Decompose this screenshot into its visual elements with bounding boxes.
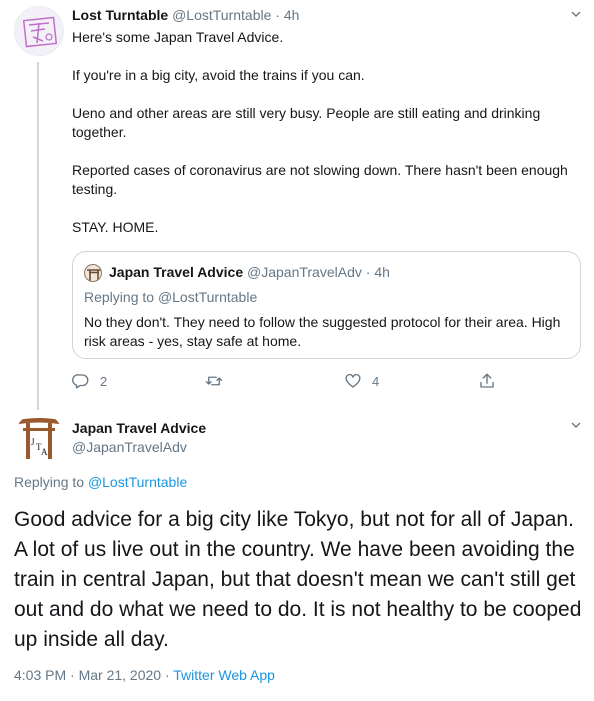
reply-icon: [72, 374, 89, 389]
timestamp[interactable]: 4:03 PM · Mar 21, 2020 ·: [14, 667, 170, 683]
separator-dot: ·: [275, 7, 280, 23]
tweet-paragraph: Here's some Japan Travel Advice.: [72, 29, 284, 45]
tweet-paragraph: Ueno and other areas are still very busy…: [72, 105, 541, 140]
tweet2-body: Good advice for a big city like Tokyo, b…: [14, 508, 582, 651]
quote-body: No they don't. They need to follow the s…: [84, 314, 561, 349]
like-count: 4: [372, 373, 380, 389]
quote-time: 4h: [374, 264, 390, 280]
like-icon: [345, 373, 361, 388]
tweet-time[interactable]: 4h: [284, 7, 300, 23]
replying-prefix: Replying to: [84, 289, 155, 305]
avatar-letter: J: [31, 437, 35, 447]
quote-author-handle: @JapanTravelAdv: [247, 264, 362, 280]
quote-author-name: Japan Travel Advice: [109, 264, 244, 280]
retweet-icon: [205, 376, 223, 386]
replying-prefix: Replying to: [14, 474, 85, 490]
author-handle[interactable]: @LostTurntable: [172, 7, 271, 23]
turntable-sketch-icon: [22, 16, 58, 48]
quote-avatar: [84, 264, 102, 282]
avatar-japan-travel-advice[interactable]: J T A: [14, 413, 64, 463]
share-icon: [480, 373, 494, 388]
like-button[interactable]: 4: [344, 372, 379, 390]
torii-gate-icon: [87, 269, 101, 281]
tweet-paragraph: STAY. HOME.: [72, 219, 159, 235]
author-handle[interactable]: @JapanTravelAdv: [72, 439, 187, 455]
tweet-lost-turntable[interactable]: Lost Turntable @LostTurntable · 4h Here'…: [0, 0, 594, 405]
tweet-paragraph: If you're in a big city, avoid the train…: [72, 67, 365, 83]
retweet-button[interactable]: [205, 372, 233, 390]
author-name[interactable]: Lost Turntable: [72, 7, 168, 23]
tweet1-body: Here's some Japan Travel Advice. If you'…: [72, 28, 577, 256]
quote-replying-to: Replying to @LostTurntable: [84, 289, 257, 305]
source-link[interactable]: Twitter Web App: [173, 667, 275, 683]
reply-button[interactable]: 2: [72, 372, 107, 390]
avatar-lost-turntable[interactable]: [14, 6, 64, 56]
tweet1-header: Lost Turntable @LostTurntable · 4h: [72, 7, 299, 23]
torii-gate-logo-icon: J T A: [18, 418, 60, 459]
tweet1-actions: 2 4: [72, 372, 502, 396]
replying-handle-link[interactable]: @LostTurntable: [88, 474, 187, 490]
tweet-paragraph: Reported cases of coronavirus are not sl…: [72, 162, 568, 197]
quote-header: Japan Travel Advice @JapanTravelAdv · 4h: [109, 264, 390, 280]
tweet-metadata: 4:03 PM · Mar 21, 2020 · Twitter Web App: [14, 667, 275, 683]
chevron-down-icon[interactable]: [570, 8, 582, 23]
chevron-down-icon[interactable]: [570, 419, 582, 434]
reply-count: 2: [100, 373, 108, 389]
replying-handle: @LostTurntable: [157, 289, 258, 305]
replying-to: Replying to @LostTurntable: [14, 474, 187, 490]
quoted-tweet[interactable]: Japan Travel Advice @JapanTravelAdv · 4h…: [72, 251, 581, 359]
share-button[interactable]: [478, 372, 506, 390]
tweet-japan-travel-advice[interactable]: J T A Japan Travel Advice @JapanTravelAd…: [0, 405, 594, 701]
author-name[interactable]: Japan Travel Advice: [72, 420, 206, 436]
avatar-letter: A: [41, 447, 48, 457]
separator-dot: ·: [365, 264, 371, 280]
